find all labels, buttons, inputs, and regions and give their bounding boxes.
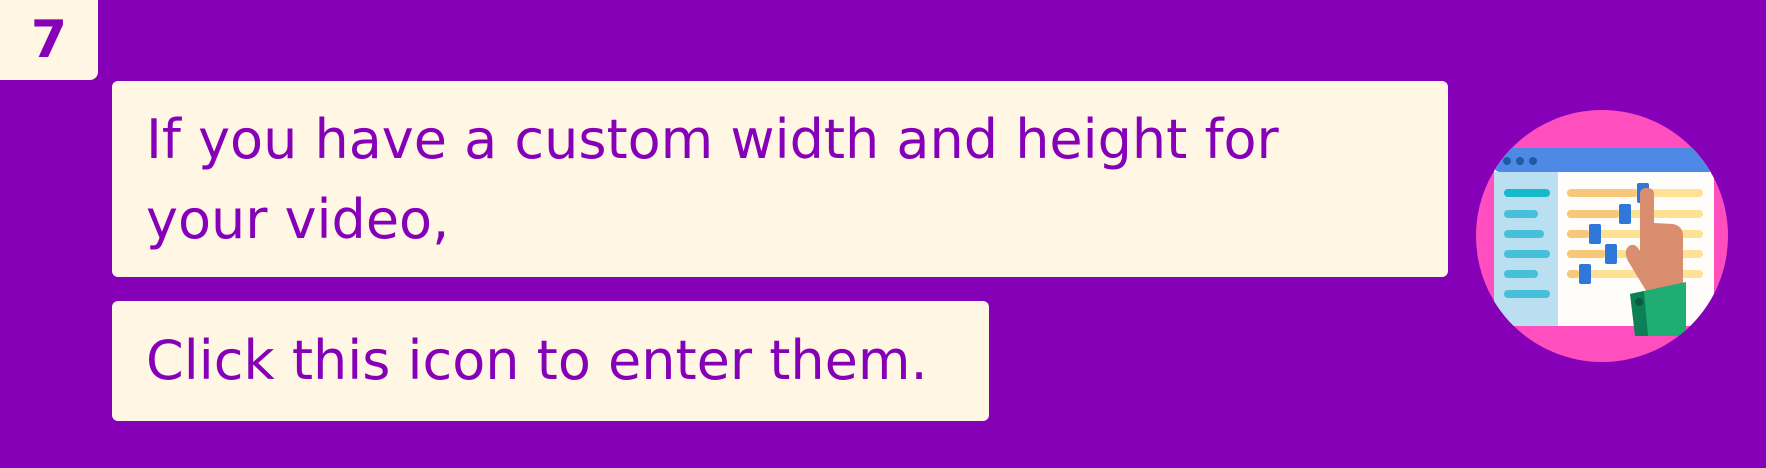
instruction-text-2: Click this icon to enter them.	[112, 301, 989, 421]
instruction-text-1: If you have a custom width and height fo…	[112, 81, 1448, 277]
settings-sliders-window-hand-icon	[1472, 106, 1732, 366]
step-number-badge: 7	[0, 0, 98, 80]
